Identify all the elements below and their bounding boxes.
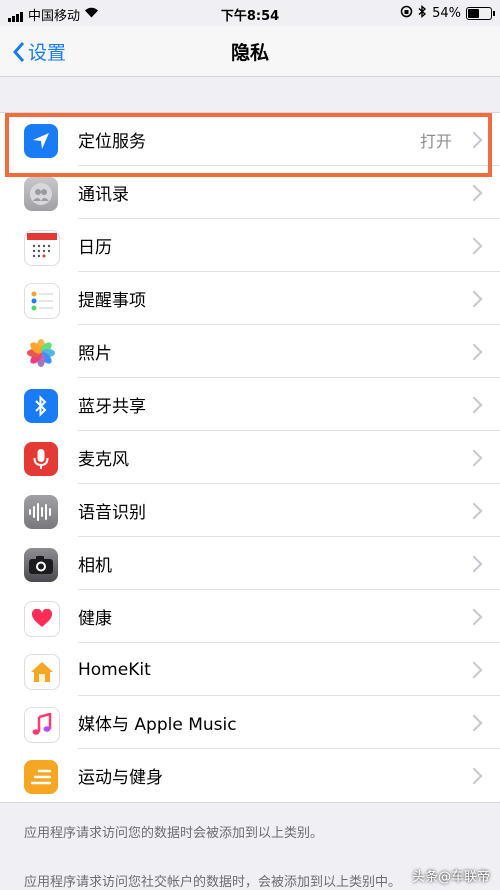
row-label: 照片 [78, 344, 112, 364]
chevron-right-icon [465, 502, 483, 519]
row-label: 麦克风 [78, 450, 129, 470]
chevron-right-icon [465, 237, 483, 254]
row-bluetooth-sharing[interactable]: 蓝牙共享 [0, 378, 500, 431]
status-bar: 中国移动 下午8:54 54% [0, 0, 500, 26]
chevron-right-icon [465, 661, 483, 678]
music-note-icon [24, 707, 60, 743]
row-photos[interactable]: 照片 [0, 325, 500, 378]
row-location-services[interactable]: 定位服务 打开 [0, 113, 500, 166]
microphone-icon [24, 442, 58, 476]
row-health[interactable]: 健康 [0, 590, 500, 643]
row-label: 健康 [78, 609, 112, 629]
row-label: 日历 [78, 238, 112, 258]
battery-percent: 54% [432, 6, 461, 21]
privacy-list: 定位服务 打开 通讯录 日历 提醒事项 照片 蓝牙共享 麦克风 语音识别 相机 … [0, 112, 500, 803]
chevron-right-icon [465, 555, 483, 572]
photos-icon [24, 336, 58, 370]
home-icon [24, 654, 60, 690]
chevron-right-icon [465, 608, 483, 625]
row-label: 媒体与 Apple Music [78, 715, 237, 735]
row-label: 定位服务 [78, 132, 146, 152]
row-media-apple-music[interactable]: 媒体与 Apple Music [0, 696, 500, 749]
row-label: 相机 [78, 556, 112, 576]
row-label: 语音识别 [78, 503, 146, 523]
row-homekit[interactable]: HomeKit [0, 643, 500, 696]
chevron-right-icon [465, 343, 483, 360]
row-label: 提醒事项 [78, 291, 146, 311]
chevron-right-icon [465, 184, 483, 201]
calendar-icon [24, 230, 60, 266]
row-calendar[interactable]: 日历 [0, 219, 500, 272]
row-label: 运动与健身 [78, 768, 163, 788]
status-right: 54% [400, 5, 495, 22]
row-label: 蓝牙共享 [78, 397, 146, 417]
speech-waveform-icon [24, 495, 58, 529]
row-contacts[interactable]: 通讯录 [0, 166, 500, 219]
navigation-bar: 设置 隐私 [0, 26, 500, 77]
battery-icon [466, 7, 495, 20]
row-speech-recognition[interactable]: 语音识别 [0, 484, 500, 537]
reminders-icon [24, 283, 60, 319]
row-value: 打开 [419, 131, 452, 151]
chevron-right-icon [465, 290, 483, 307]
row-reminders[interactable]: 提醒事项 [0, 272, 500, 325]
chevron-right-icon [465, 131, 483, 148]
orientation-lock-icon [400, 5, 413, 22]
camera-icon [24, 548, 58, 582]
page-title: 隐私 [230, 42, 269, 64]
chevron-right-icon [465, 714, 483, 731]
row-label: 通讯录 [78, 185, 129, 205]
row-microphone[interactable]: 麦克风 [0, 431, 500, 484]
footer-note-social: 应用程序请求访问您社交帐户的数据时，会被添加到以上类别中。 [24, 875, 402, 890]
footer-note: 应用程序请求访问您的数据时会被添加到以上类别。 [24, 826, 324, 841]
bluetooth-status-icon [418, 5, 427, 22]
row-label: HomeKit [78, 659, 151, 680]
chevron-right-icon [465, 767, 483, 784]
chevron-right-icon [465, 449, 483, 466]
motion-fitness-icon [24, 760, 58, 794]
chevron-right-icon [465, 396, 483, 413]
row-camera[interactable]: 相机 [0, 537, 500, 590]
contacts-icon [24, 177, 58, 211]
watermark: 头条@车联帝 [411, 870, 490, 885]
heart-icon [24, 601, 60, 637]
location-arrow-icon [24, 124, 58, 158]
row-motion-fitness[interactable]: 运动与健身 [0, 749, 500, 802]
bluetooth-icon [24, 389, 58, 423]
